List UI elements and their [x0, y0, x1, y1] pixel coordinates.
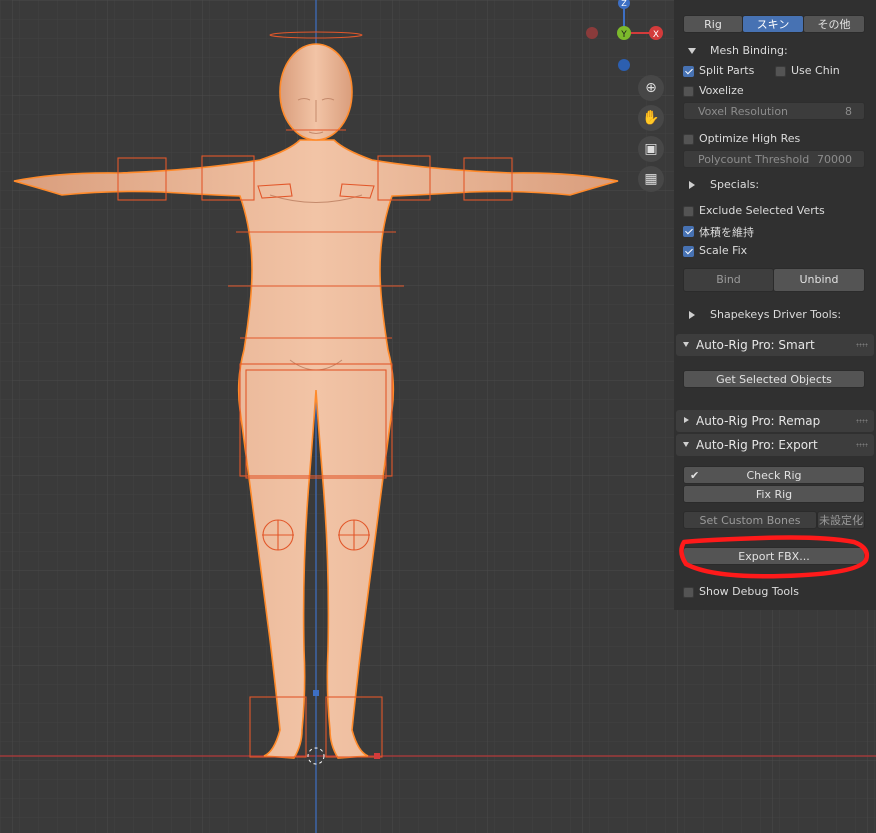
- tab-skin[interactable]: スキン: [742, 15, 804, 33]
- checkmark-icon: ✔: [690, 469, 700, 482]
- check-rig-button[interactable]: ✔ Check Rig: [683, 466, 865, 484]
- unbind-button[interactable]: Unbind: [773, 268, 865, 292]
- annotation-highlight-ellipse: [679, 535, 869, 579]
- hand-pan-icon[interactable]: ✋: [638, 105, 664, 131]
- root-handle-x: [374, 753, 380, 759]
- shapekeys-driver-tools-label: Shapekeys Driver Tools:: [710, 308, 842, 321]
- auto-rig-pro-panel: Rig スキン その他 Mesh Binding: Split Parts Us…: [674, 0, 876, 610]
- use-chin-checkbox[interactable]: [775, 66, 786, 77]
- smart-panel-header[interactable]: Auto-Rig Pro: Smart: [676, 334, 874, 356]
- grid-icon[interactable]: ▦: [638, 166, 664, 192]
- expand-remap-icon: [684, 417, 689, 423]
- scale-fix-label: Scale Fix: [699, 244, 748, 257]
- set-custom-bones-button[interactable]: Set Custom Bones: [683, 511, 817, 529]
- drag-handle-icon[interactable]: [856, 443, 868, 447]
- unset-button[interactable]: 未設定化: [817, 511, 865, 529]
- optimize-high-res-checkbox[interactable]: [683, 134, 694, 145]
- scale-fix-checkbox[interactable]: [683, 246, 694, 257]
- svg-text:Y: Y: [620, 30, 627, 40]
- collapse-export-icon: [683, 442, 689, 447]
- exclude-selected-verts-checkbox[interactable]: [683, 206, 694, 217]
- collapse-smart-icon: [683, 342, 689, 347]
- drag-handle-icon[interactable]: [856, 419, 868, 423]
- svg-text:Z: Z: [621, 0, 627, 8]
- root-handle: [313, 690, 319, 696]
- show-debug-tools-checkbox[interactable]: [683, 587, 694, 598]
- zoom-icon[interactable]: ⊕: [638, 75, 664, 101]
- get-selected-objects-button[interactable]: Get Selected Objects: [683, 370, 865, 388]
- fix-rig-button[interactable]: Fix Rig: [683, 485, 865, 503]
- voxelize-label: Voxelize: [699, 84, 744, 97]
- voxelize-checkbox[interactable]: [683, 86, 694, 97]
- optimize-high-res-label: Optimize High Res: [699, 132, 801, 145]
- remap-panel-header[interactable]: Auto-Rig Pro: Remap: [676, 410, 874, 432]
- camera-icon[interactable]: ▣: [638, 136, 664, 162]
- show-debug-tools-label: Show Debug Tools: [699, 585, 799, 598]
- expand-specials-icon[interactable]: [689, 181, 695, 189]
- exclude-selected-verts-label: Exclude Selected Verts: [699, 204, 825, 217]
- bind-button[interactable]: Bind: [683, 268, 774, 292]
- specials-label: Specials:: [710, 178, 760, 191]
- use-chin-label: Use Chin: [791, 64, 840, 77]
- svg-text:X: X: [653, 30, 659, 40]
- preserve-volume-checkbox[interactable]: [683, 226, 694, 237]
- tab-rig[interactable]: Rig: [683, 15, 743, 33]
- tab-other[interactable]: その他: [803, 15, 865, 33]
- split-parts-checkbox[interactable]: [683, 66, 694, 77]
- export-panel-header[interactable]: Auto-Rig Pro: Export: [676, 434, 874, 456]
- gizmo-neg-x: [586, 27, 598, 39]
- expand-shapekeys-icon[interactable]: [689, 311, 695, 319]
- expand-mesh-binding-icon[interactable]: [688, 48, 696, 54]
- mesh-binding-label: Mesh Binding:: [710, 44, 788, 57]
- gizmo-neg-z: [618, 59, 630, 71]
- split-parts-label: Split Parts: [699, 64, 755, 77]
- polycount-threshold-field[interactable]: Polycount Threshold 70000: [683, 150, 865, 168]
- voxel-resolution-field[interactable]: Voxel Resolution 8: [683, 102, 865, 120]
- drag-handle-icon[interactable]: [856, 343, 868, 347]
- preserve-volume-label: 体積を維持: [699, 226, 754, 239]
